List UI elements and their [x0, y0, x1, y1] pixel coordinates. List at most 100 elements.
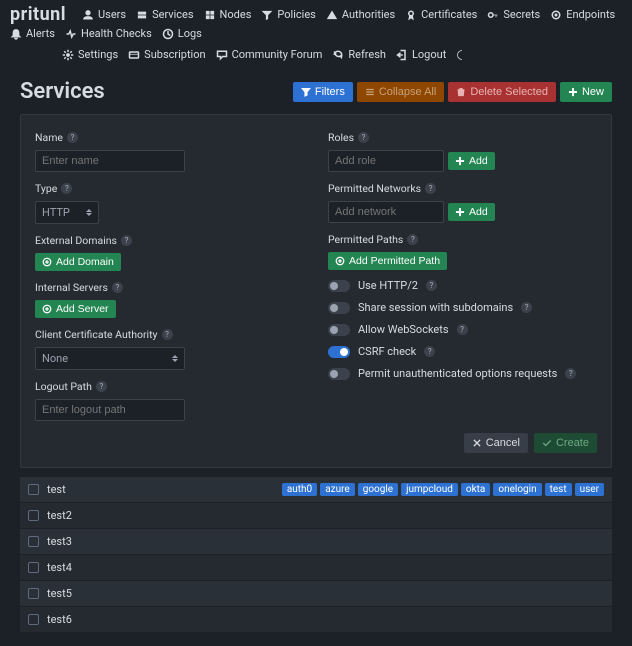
add-permitted-path-button[interactable]: Add Permitted Path — [328, 252, 447, 270]
nav-label: Certificates — [421, 8, 477, 21]
type-label: Type — [35, 182, 57, 195]
health-icon — [65, 28, 77, 40]
table-row[interactable]: test5 — [20, 580, 612, 606]
endpoints-icon — [550, 9, 562, 21]
role-tag: test — [545, 483, 572, 496]
table-row[interactable]: test2 — [20, 502, 612, 528]
cca-select[interactable]: None — [35, 347, 185, 370]
role-tag: user — [575, 483, 604, 496]
row-checkbox[interactable] — [28, 536, 39, 547]
top-nav: pritunl UsersServicesNodesPoliciesAuthor… — [0, 0, 632, 44]
help-icon[interactable]: ? — [426, 280, 437, 291]
row-name: test — [47, 483, 66, 496]
add-server-button[interactable]: Add Server — [35, 300, 116, 318]
nav-certificates[interactable]: Certificates — [405, 8, 477, 21]
cancel-button[interactable]: Cancel — [464, 433, 528, 453]
filters-button[interactable]: Filters — [293, 82, 353, 102]
role-tag: okta — [461, 483, 490, 496]
theme-icon — [456, 49, 468, 61]
nodes-icon — [204, 9, 216, 21]
row-checkbox[interactable] — [28, 510, 39, 521]
nav-secrets[interactable]: Secrets — [487, 8, 540, 21]
option-label: Use HTTP/2 — [358, 279, 418, 292]
help-icon[interactable]: ? — [457, 324, 468, 335]
help-icon[interactable]: ? — [96, 381, 107, 392]
help-icon[interactable]: ? — [358, 132, 369, 143]
forum-icon — [216, 49, 228, 61]
subscription-icon — [128, 49, 140, 61]
help-icon[interactable]: ? — [121, 235, 132, 246]
add-domain-button[interactable]: Add Domain — [35, 253, 121, 271]
role-input[interactable] — [328, 150, 444, 172]
new-button[interactable]: New — [560, 82, 612, 102]
create-button[interactable]: Create — [534, 433, 597, 453]
top-nav-row2: Settings Subscription Community Forum Refre… — [0, 44, 632, 65]
help-icon[interactable]: ? — [424, 346, 435, 357]
toggle-share[interactable] — [328, 302, 350, 314]
nav-subscription[interactable]: Subscription — [128, 48, 205, 61]
nav-label: Logs — [178, 27, 202, 40]
role-tag: auth0 — [282, 483, 317, 496]
nav-label: Services — [152, 8, 193, 21]
row-name: test5 — [47, 587, 72, 600]
name-label: Name — [35, 131, 63, 144]
help-icon[interactable]: ? — [162, 329, 173, 340]
table-row[interactable]: test4 — [20, 554, 612, 580]
nav-refresh[interactable]: Refresh — [332, 48, 386, 61]
row-checkbox[interactable] — [28, 484, 39, 495]
nav-forum[interactable]: Community Forum — [216, 48, 323, 61]
help-icon[interactable]: ? — [407, 234, 418, 245]
toggle-ws[interactable] — [328, 324, 350, 336]
option-label: CSRF check — [358, 345, 416, 358]
option-ws: Allow WebSockets ? — [328, 323, 597, 336]
collapse-all-button[interactable]: Collapse All — [357, 82, 444, 102]
nav-label: Logout — [412, 48, 446, 61]
help-icon[interactable]: ? — [67, 132, 78, 143]
row-checkbox[interactable] — [28, 562, 39, 573]
delete-selected-button[interactable]: Delete Selected — [448, 82, 556, 102]
help-icon[interactable]: ? — [565, 368, 576, 379]
nav-label: Nodes — [220, 8, 252, 21]
toggle-unauth[interactable] — [328, 368, 350, 380]
add-network-button[interactable]: Add — [448, 203, 495, 221]
nav-theme[interactable] — [456, 49, 472, 61]
logout-path-input[interactable] — [35, 399, 185, 421]
nav-logs[interactable]: Logs — [162, 27, 202, 40]
nav-logout[interactable]: Logout — [396, 48, 446, 61]
policies-icon — [261, 9, 273, 21]
role-tag: azure — [320, 483, 355, 496]
table-row[interactable]: test auth0azuregooglejumpcloudoktaonelog… — [20, 476, 612, 502]
plus-circle-icon — [335, 256, 345, 266]
help-icon[interactable]: ? — [112, 282, 123, 293]
help-icon[interactable]: ? — [61, 183, 72, 194]
row-name: test3 — [47, 535, 72, 548]
nav-policies[interactable]: Policies — [261, 8, 315, 21]
nav-label: Settings — [78, 48, 118, 61]
close-icon — [472, 438, 482, 448]
row-name: test2 — [47, 509, 72, 522]
add-role-button[interactable]: Add — [448, 152, 495, 170]
help-icon[interactable]: ? — [521, 302, 532, 313]
toggle-http2[interactable] — [328, 280, 350, 292]
table-row[interactable]: test6 — [20, 606, 612, 632]
network-input[interactable] — [328, 201, 444, 223]
nav-users[interactable]: Users — [82, 8, 126, 21]
filter-icon — [301, 87, 311, 97]
settings-icon — [62, 49, 74, 61]
help-icon[interactable]: ? — [425, 183, 436, 194]
name-input[interactable] — [35, 150, 185, 172]
table-row[interactable]: test3 — [20, 528, 612, 554]
nav-endpoints[interactable]: Endpoints — [550, 8, 615, 21]
row-checkbox[interactable] — [28, 614, 39, 625]
nav-authorities[interactable]: Authorities — [326, 8, 395, 21]
nav-label: Alerts — [26, 27, 55, 40]
nav-settings[interactable]: Settings — [62, 48, 118, 61]
nav-health[interactable]: Health Checks — [65, 27, 152, 40]
refresh-icon — [332, 49, 344, 61]
nav-alerts[interactable]: Alerts — [10, 27, 55, 40]
nav-nodes[interactable]: Nodes — [204, 8, 252, 21]
toggle-csrf[interactable] — [328, 346, 350, 358]
type-select[interactable]: HTTP — [35, 201, 99, 224]
nav-services[interactable]: Services — [136, 8, 193, 21]
row-checkbox[interactable] — [28, 588, 39, 599]
